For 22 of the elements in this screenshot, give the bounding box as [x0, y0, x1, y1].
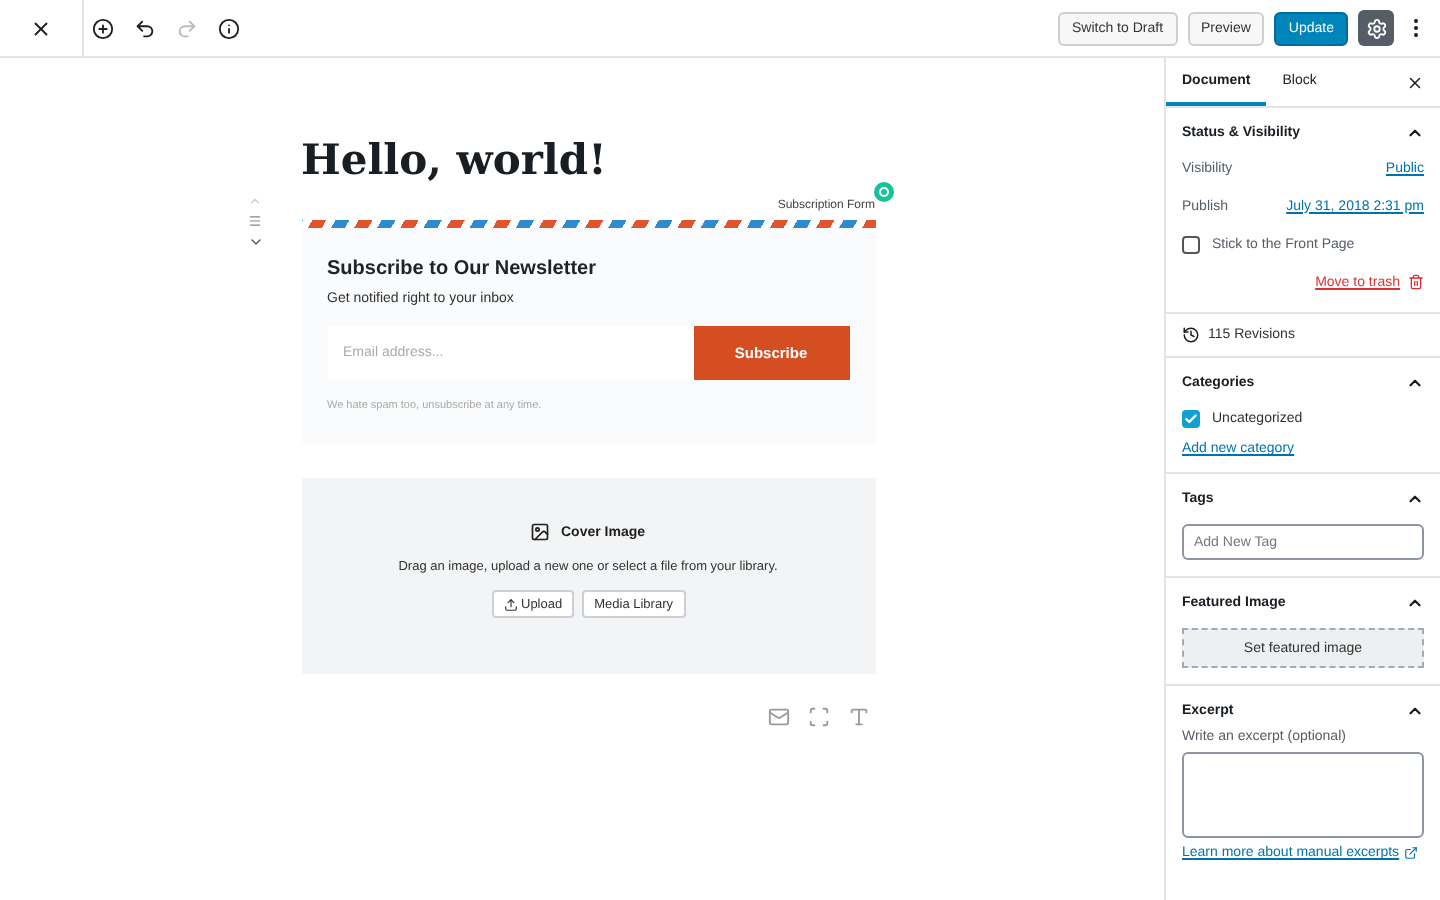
trash-icon[interactable]	[1408, 274, 1424, 290]
move-down-icon[interactable]	[247, 234, 263, 250]
text-icon[interactable]	[847, 706, 869, 728]
external-link-icon	[1403, 846, 1418, 860]
frame-icon[interactable]	[807, 706, 829, 728]
sticky-checkbox[interactable]	[1182, 235, 1200, 253]
post-title[interactable]: Hello, world!	[301, 134, 875, 184]
revisions-icon	[1182, 326, 1200, 344]
close-icon[interactable]	[30, 17, 52, 39]
settings-button[interactable]	[1358, 10, 1394, 46]
add-block-icon[interactable]	[92, 17, 114, 39]
category-checkbox[interactable]	[1182, 409, 1200, 427]
gear-icon	[1365, 17, 1387, 39]
drag-handle-icon[interactable]	[248, 214, 262, 228]
image-icon	[530, 522, 551, 542]
mail-icon[interactable]	[767, 706, 789, 728]
excerpt-field[interactable]	[1182, 752, 1424, 838]
close-icon[interactable]	[1406, 73, 1424, 91]
undo-icon[interactable]	[134, 17, 156, 39]
newsletter-heading: Subscribe to Our Newsletter	[327, 258, 598, 280]
upload-icon	[503, 597, 517, 611]
info-icon[interactable]	[218, 17, 240, 39]
